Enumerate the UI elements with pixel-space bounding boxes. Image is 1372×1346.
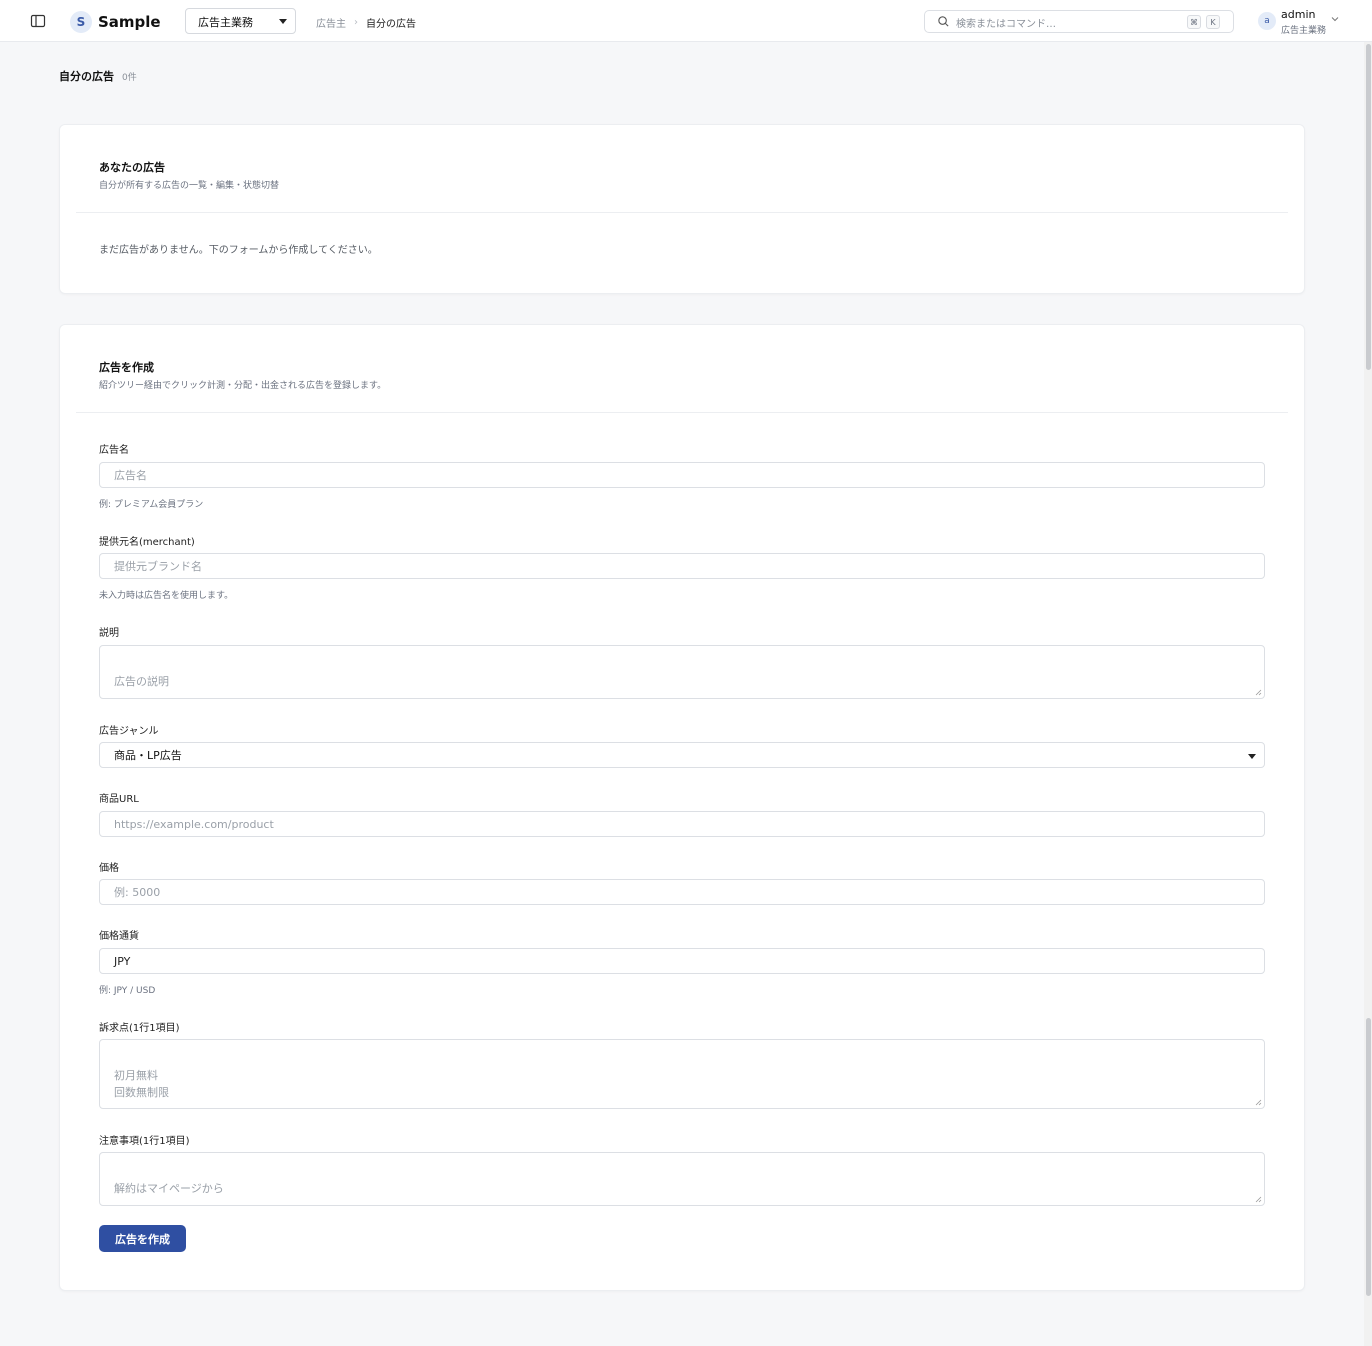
notes-placeholder: 解約はマイページから [114, 1182, 224, 1195]
notes-textarea[interactable]: 解約はマイページから [99, 1152, 1265, 1206]
create-ad-title: 広告を作成 [99, 361, 154, 374]
scrollbar-thumb[interactable] [1366, 44, 1371, 370]
breadcrumb-item-current: 自分の広告 [366, 19, 416, 30]
search-placeholder: 検索またはコマンド… [956, 19, 1056, 30]
app-logo: S [70, 11, 92, 33]
ad-name-label: 広告名 [99, 445, 129, 456]
genre-select[interactable]: 商品・LP広告 [99, 742, 1265, 768]
price-input[interactable]: 例: 5000 [99, 879, 1265, 905]
create-ad-button[interactable]: 広告を作成 [99, 1225, 186, 1252]
shortcut-key-k: K [1206, 15, 1220, 29]
page-title: 自分の広告 [59, 70, 114, 83]
ad-name-help: 例: プレミアム会員プラン [99, 500, 204, 510]
appeal-points-textarea[interactable]: 初月無料 回数無制限 [99, 1039, 1265, 1109]
empty-state-message: まだ広告がありません。下のフォームから作成してください。 [99, 245, 378, 256]
resize-grip-icon[interactable] [1255, 1196, 1262, 1203]
currency-input[interactable]: JPY [99, 948, 1265, 974]
role-select-value: 広告主業務 [198, 16, 253, 29]
resize-grip-icon[interactable] [1255, 1099, 1262, 1106]
scrollbar-thumb-lower [1366, 1018, 1371, 1296]
breadcrumb-item-advertiser[interactable]: 広告主 [316, 15, 346, 30]
caret-down-icon [1248, 754, 1256, 759]
currency-label: 価格通貨 [99, 931, 139, 942]
breadcrumb-separator-icon: › [354, 17, 358, 28]
appeal-points-placeholder: 初月無料 回数無制限 [114, 1069, 169, 1099]
resize-grip-icon[interactable] [1255, 689, 1262, 696]
currency-help: 例: JPY / USD [99, 986, 156, 996]
divider [76, 412, 1288, 413]
notes-label: 注意事項(1行1項目) [99, 1136, 190, 1147]
command-search-input[interactable]: 検索またはコマンド… ⌘ K [924, 10, 1234, 33]
create-ad-card: 広告を作成 紹介ツリー経由でクリック計測・分配・出金される広告を登録します。 広… [59, 324, 1305, 1291]
top-bar: S Sample 広告主業務 広告主 › 自分の広告 検索またはコマンド… ⌘ … [0, 0, 1372, 42]
description-label: 説明 [99, 628, 119, 639]
breadcrumb: 広告主 › 自分の広告 [316, 15, 416, 30]
role-select[interactable]: 広告主業務 [185, 8, 296, 34]
user-name[interactable]: admin [1281, 8, 1315, 21]
search-icon [938, 16, 949, 27]
product-url-label: 商品URL [99, 794, 139, 805]
merchant-help: 未入力時は広告名を使用します。 [99, 591, 234, 601]
sidebar-toggle-icon[interactable] [30, 13, 46, 29]
merchant-input[interactable]: 提供元ブランド名 [99, 553, 1265, 579]
appeal-points-label: 訴求点(1行1項目) [99, 1023, 180, 1034]
app-name[interactable]: Sample [98, 13, 161, 31]
your-ads-card: あなたの広告 自分が所有する広告の一覧・編集・状態切替 まだ広告がありません。下… [59, 124, 1305, 294]
caret-down-icon [279, 19, 287, 24]
genre-label: 広告ジャンル [99, 726, 159, 737]
user-avatar[interactable]: a [1258, 12, 1276, 30]
description-placeholder: 広告の説明 [114, 675, 169, 688]
shortcut-key-cmd: ⌘ [1187, 15, 1201, 29]
price-label: 価格 [99, 863, 119, 874]
product-url-input[interactable]: https://example.com/product [99, 811, 1265, 837]
genre-select-value: 商品・LP広告 [114, 749, 182, 762]
your-ads-title: あなたの広告 [99, 161, 165, 174]
ad-count: 0件 [122, 73, 137, 83]
your-ads-subtitle: 自分が所有する広告の一覧・編集・状態切替 [99, 181, 280, 191]
chevron-down-icon[interactable] [1331, 15, 1339, 23]
ad-name-input[interactable]: 広告名 [99, 462, 1265, 488]
description-textarea[interactable]: 広告の説明 [99, 645, 1265, 699]
merchant-label: 提供元名(merchant) [99, 537, 195, 548]
user-role: 広告主業務 [1281, 26, 1327, 36]
create-ad-subtitle: 紹介ツリー経由でクリック計測・分配・出金される広告を登録します。 [99, 381, 387, 391]
divider [76, 212, 1288, 213]
